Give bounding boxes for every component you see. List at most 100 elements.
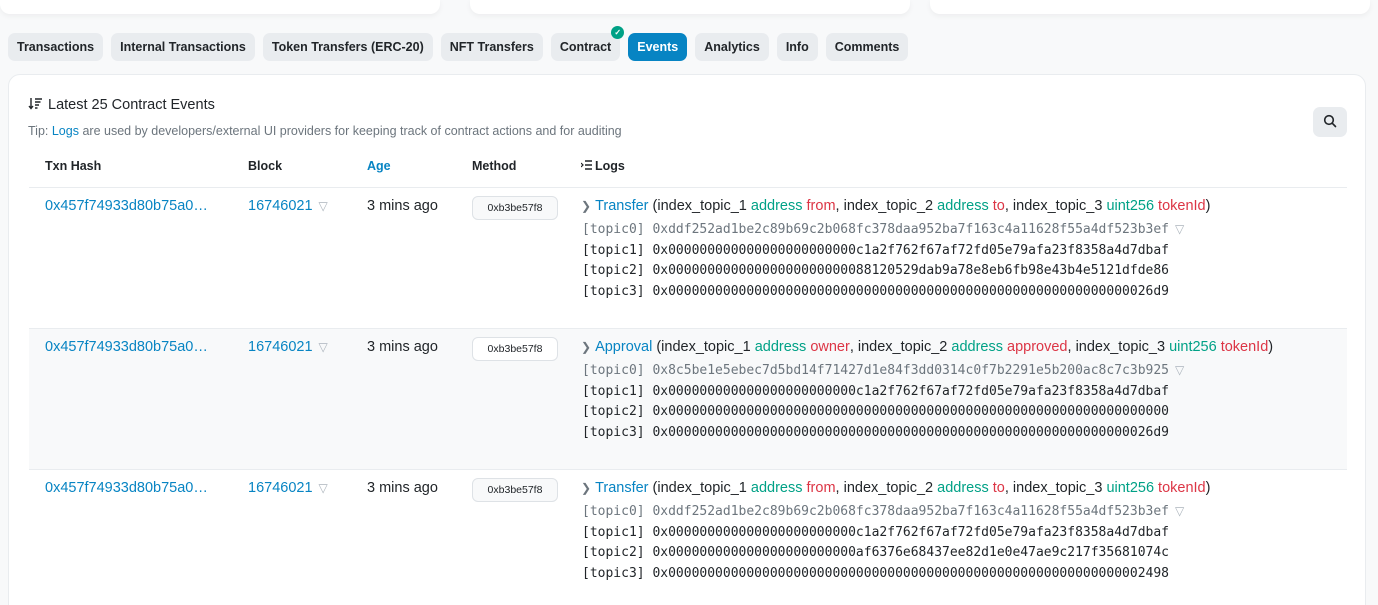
topic3-line: [topic3] 0x00000000000000000000000000000… <box>582 424 1169 440</box>
param-index: index_topic_2 <box>843 480 934 496</box>
age-value: 3 mins ago <box>367 480 438 496</box>
param-index: index_topic_1 <box>657 480 747 496</box>
tab-analytics[interactable]: Analytics <box>695 33 769 61</box>
txn-hash-link[interactable]: 0x457f74933d80b75a0… <box>45 480 215 496</box>
tab-label: Analytics <box>704 40 760 54</box>
event-signature: ❯ Approval (index_topic_1 address owner,… <box>581 339 1274 355</box>
topic2-line: [topic2] 0x00000000000000000000000000000… <box>582 404 1169 419</box>
tab-label: Contract <box>559 40 612 54</box>
events-card: Latest 25 Contract Events Tip: Logs are … <box>8 74 1366 605</box>
param-type: address <box>951 339 1003 355</box>
param-index: index_topic_3 <box>1075 339 1166 355</box>
top-panel-right <box>930 0 1370 14</box>
chevron-right-icon[interactable]: ❯ <box>581 481 591 495</box>
log-entry: ❯ Approval (index_topic_1 address owner,… <box>581 339 1273 443</box>
tip-prefix: Tip: <box>28 124 49 138</box>
txn-hash-link[interactable]: 0x457f74933d80b75a0… <box>45 339 215 355</box>
table-header: Txn Hash Block Age Method Logs <box>29 151 1347 188</box>
tab-token-transfers[interactable]: Token Transfers (ERC-20) <box>262 33 433 61</box>
tip-suffix: are used by developers/external UI provi… <box>82 124 622 138</box>
param-name: tokenId <box>1158 198 1206 214</box>
param-index: index_topic_2 <box>843 198 934 214</box>
filter-funnel-icon[interactable]: ▽ <box>1175 504 1184 518</box>
verified-check-icon: ✓ <box>611 26 625 39</box>
param-name: tokenId <box>1158 480 1206 496</box>
filter-funnel-icon[interactable]: ▽ <box>1175 363 1184 377</box>
block-cell: 16746021 ▽ <box>248 339 328 355</box>
topic2-line: [topic2] 0x00000000000000000000000088120… <box>582 263 1169 278</box>
topic0-line: [topic0] 0xddf252ad1be2c89b69c2b068fc378… <box>582 501 1210 523</box>
param-name: to <box>992 480 1005 496</box>
filter-funnel-icon[interactable]: ▽ <box>319 199 328 213</box>
tab-label: Token Transfers (ERC-20) <box>271 40 424 54</box>
topic0-value: [topic0] 0x8c5be1e5ebec7d5bd14f71427d1e8… <box>582 363 1169 378</box>
top-panel-middle <box>470 0 910 14</box>
param-name: approved <box>1007 339 1068 355</box>
card-title: Latest 25 Contract Events <box>28 97 215 113</box>
param-type: address <box>754 339 807 355</box>
col-logs-label: Logs <box>595 159 625 173</box>
logs-link[interactable]: Logs <box>52 124 79 138</box>
topic0-line: [topic0] 0x8c5be1e5ebec7d5bd14f71427d1e8… <box>582 360 1273 382</box>
block-cell: 16746021 ▽ <box>248 480 328 496</box>
top-navigation-strip <box>0 0 1378 20</box>
age-value: 3 mins ago <box>367 339 438 355</box>
topic3-line: [topic3] 0x00000000000000000000000000000… <box>582 283 1169 299</box>
param-index: index_topic_3 <box>1012 480 1103 496</box>
tab-label: Transactions <box>17 40 95 54</box>
tab-internal-transactions[interactable]: Internal Transactions <box>111 33 255 61</box>
filter-funnel-icon[interactable]: ▽ <box>1175 222 1184 236</box>
filter-funnel-icon[interactable]: ▽ <box>319 481 328 495</box>
tab-transactions[interactable]: Transactions <box>8 33 104 61</box>
method-badge: 0xb3be57f8 <box>472 196 558 220</box>
txn-hash-link[interactable]: 0x457f74933d80b75a0… <box>45 198 215 214</box>
topic0-value: [topic0] 0xddf252ad1be2c89b69c2b068fc378… <box>582 222 1169 237</box>
chevron-right-icon[interactable]: ❯ <box>581 199 591 213</box>
event-name[interactable]: Approval <box>595 339 652 355</box>
search-icon <box>1323 114 1337 131</box>
filter-funnel-icon[interactable]: ▽ <box>319 340 328 354</box>
block-cell: 16746021 ▽ <box>248 198 328 214</box>
param-name: owner <box>810 339 850 355</box>
tab-label: Internal Transactions <box>120 40 246 54</box>
param-name: tokenId <box>1220 339 1269 355</box>
tab-contract[interactable]: Contract ✓ <box>550 26 625 61</box>
age-value: 3 mins ago <box>367 198 438 214</box>
col-age[interactable]: Age <box>367 159 391 173</box>
tab-label: NFT Transfers <box>449 40 534 54</box>
table-row: 0x457f74933d80b75a0… 16746021 ▽ 3 mins a… <box>29 188 1347 329</box>
param-name: from <box>806 480 836 496</box>
topic1-line: [topic1] 0x000000000000000000000000c1a2f… <box>582 383 1169 399</box>
param-index: index_topic_2 <box>857 339 948 355</box>
tab-info[interactable]: Info <box>776 33 818 61</box>
tab-comments[interactable]: Comments <box>825 33 909 61</box>
col-logs: Logs <box>580 159 625 173</box>
event-signature: ❯ Transfer (index_topic_1 address from, … <box>581 480 1211 496</box>
block-link[interactable]: 16746021 <box>248 480 313 496</box>
param-type: address <box>937 480 989 496</box>
tab-label: Comments <box>834 40 900 54</box>
event-name[interactable]: Transfer <box>595 198 648 214</box>
col-block: Block <box>248 159 283 173</box>
topic0-value: [topic0] 0xddf252ad1be2c89b69c2b068fc378… <box>582 504 1169 519</box>
topic0-line: [topic0] 0xddf252ad1be2c89b69c2b068fc378… <box>582 219 1210 241</box>
logs-list-icon <box>580 159 592 173</box>
param-type: address <box>937 198 989 214</box>
param-type: uint256 <box>1169 339 1217 355</box>
method-badge: 0xb3be57f8 <box>472 478 558 502</box>
tab-events[interactable]: Events <box>628 33 688 61</box>
method-badge: 0xb3be57f8 <box>472 337 558 361</box>
event-name[interactable]: Transfer <box>595 480 648 496</box>
block-link[interactable]: 16746021 <box>248 198 313 214</box>
param-type: uint256 <box>1106 198 1155 214</box>
tab-nft-transfers[interactable]: NFT Transfers <box>440 33 543 61</box>
param-index: index_topic_1 <box>657 198 747 214</box>
param-index: index_topic_3 <box>1012 198 1103 214</box>
topic3-line: [topic3] 0x00000000000000000000000000000… <box>582 565 1169 581</box>
chevron-right-icon[interactable]: ❯ <box>581 340 591 354</box>
section-tabs: Transactions Internal Transactions Token… <box>8 26 909 61</box>
topic1-line: [topic1] 0x000000000000000000000000c1a2f… <box>582 242 1169 258</box>
search-button[interactable] <box>1313 107 1347 137</box>
log-entry: ❯ Transfer (index_topic_1 address from, … <box>581 480 1210 584</box>
block-link[interactable]: 16746021 <box>248 339 313 355</box>
